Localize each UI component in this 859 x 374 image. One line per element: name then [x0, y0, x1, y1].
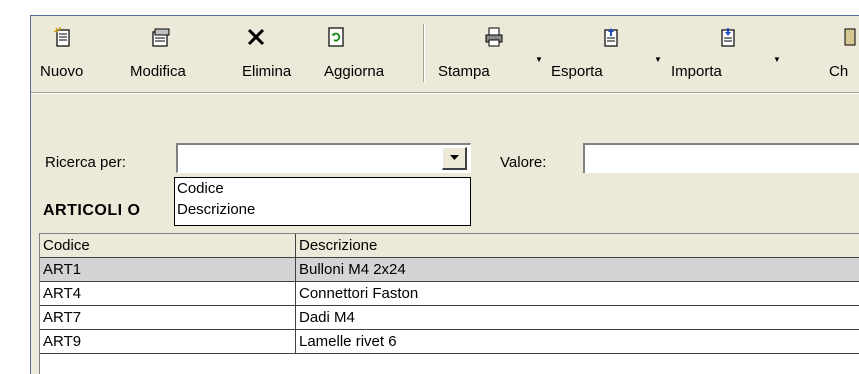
toolbar-divider-highlight: [31, 93, 859, 94]
cell-description[interactable]: Connettori Faston: [296, 282, 859, 306]
close-icon: [844, 28, 856, 46]
table-row[interactable]: ART1 Bulloni M4 2x24: [40, 258, 859, 282]
delete-button[interactable]: Elimina: [201, 22, 291, 88]
cell-code[interactable]: ART1: [40, 258, 296, 282]
close-button-label: Ch: [829, 63, 849, 80]
table-row[interactable]: ART4 Connettori Faston: [40, 282, 859, 306]
print-button[interactable]: Stampa ▼: [431, 22, 543, 88]
toolbar: Nuovo Modifica Elimina Aggiorna Stampa ▼…: [31, 16, 859, 94]
chevron-down-icon: [449, 155, 459, 160]
cell-code[interactable]: ART4: [40, 282, 296, 306]
refresh-button[interactable]: Aggiorna: [276, 22, 384, 88]
edit-button[interactable]: Modifica: [96, 22, 186, 88]
edit-button-label: Modifica: [130, 63, 186, 80]
application-window: Nuovo Modifica Elimina Aggiorna Stampa ▼…: [31, 16, 859, 374]
new-button-label: Nuovo: [40, 63, 84, 80]
column-header-description[interactable]: Descrizione: [296, 234, 859, 258]
cell-code[interactable]: ART7: [40, 306, 296, 330]
dropdown-option-codice[interactable]: Codice: [177, 180, 224, 197]
search-by-dropdown-button[interactable]: [442, 147, 467, 170]
edit-icon: [152, 28, 170, 47]
dropdown-option-descrizione[interactable]: Descrizione: [177, 201, 255, 218]
new-button[interactable]: Nuovo: [33, 22, 93, 88]
export-icon: [604, 28, 618, 47]
delete-x-icon: [247, 28, 265, 46]
search-by-select[interactable]: [176, 143, 471, 173]
new-document-icon: [53, 27, 70, 47]
search-value-input[interactable]: [583, 143, 859, 173]
screenshot-page: Nuovo Modifica Elimina Aggiorna Stampa ▼…: [0, 0, 859, 374]
import-button-label: Importa: [671, 63, 722, 80]
import-icon: [721, 28, 735, 47]
table-row[interactable]: ART9 Lamelle rivet 6: [40, 330, 859, 354]
import-dropdown-caret-icon[interactable]: ▼: [773, 55, 781, 64]
search-by-label: Ricerca per:: [45, 154, 126, 171]
section-title: ARTICOLI O: [43, 202, 141, 219]
search-by-dropdown-list: Codice Descrizione: [174, 177, 471, 226]
toolbar-separator: [423, 24, 425, 82]
grid-header-row: Codice Descrizione: [40, 234, 859, 258]
cell-description[interactable]: Bulloni M4 2x24: [296, 258, 859, 282]
table-row[interactable]: ART7 Dadi M4: [40, 306, 859, 330]
refresh-icon: [328, 27, 344, 47]
print-button-label: Stampa: [438, 63, 490, 80]
cell-code[interactable]: ART9: [40, 330, 296, 354]
printer-icon: [485, 27, 503, 47]
refresh-button-label: Aggiorna: [324, 63, 385, 80]
export-dropdown-caret-icon[interactable]: ▼: [654, 55, 662, 64]
cell-description[interactable]: Lamelle rivet 6: [296, 330, 859, 354]
search-value-label: Valore:: [500, 154, 547, 171]
close-button[interactable]: Ch: [821, 22, 859, 88]
cell-description[interactable]: Dadi M4: [296, 306, 859, 330]
print-dropdown-caret-icon[interactable]: ▼: [535, 55, 543, 64]
articles-grid: Codice Descrizione ART1 Bulloni M4 2x24 …: [39, 233, 859, 374]
column-header-code[interactable]: Codice: [40, 234, 296, 258]
export-button[interactable]: Esporta ▼: [551, 22, 662, 88]
import-button[interactable]: Importa ▼: [666, 22, 781, 88]
export-button-label: Esporta: [551, 63, 603, 80]
